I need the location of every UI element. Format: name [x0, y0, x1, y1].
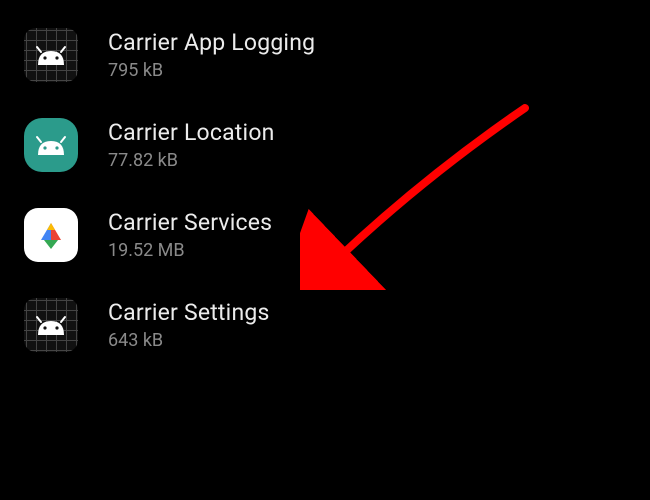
app-text: Carrier Location 77.82 kB — [108, 119, 275, 171]
play-services-icon — [24, 208, 78, 262]
app-size: 643 kB — [108, 330, 270, 351]
android-green-icon — [24, 118, 78, 172]
app-text: Carrier Services 19.52 MB — [108, 209, 272, 261]
app-list: Carrier App Logging 795 kB Carrier Locat… — [0, 0, 650, 370]
app-title: Carrier Location — [108, 119, 275, 146]
app-title: Carrier Settings — [108, 299, 270, 326]
app-text: Carrier App Logging 795 kB — [108, 29, 315, 81]
app-row-carrier-location[interactable]: Carrier Location 77.82 kB — [0, 100, 650, 190]
app-row-carrier-app-logging[interactable]: Carrier App Logging 795 kB — [0, 10, 650, 100]
app-size: 795 kB — [108, 60, 315, 81]
app-text: Carrier Settings 643 kB — [108, 299, 270, 351]
app-title: Carrier Services — [108, 209, 272, 236]
app-size: 77.82 kB — [108, 150, 275, 171]
app-size: 19.52 MB — [108, 240, 272, 261]
android-grid-icon — [24, 28, 78, 82]
app-title: Carrier App Logging — [108, 29, 315, 56]
app-row-carrier-services[interactable]: Carrier Services 19.52 MB — [0, 190, 650, 280]
android-grid-icon — [24, 298, 78, 352]
app-row-carrier-settings[interactable]: Carrier Settings 643 kB — [0, 280, 650, 370]
